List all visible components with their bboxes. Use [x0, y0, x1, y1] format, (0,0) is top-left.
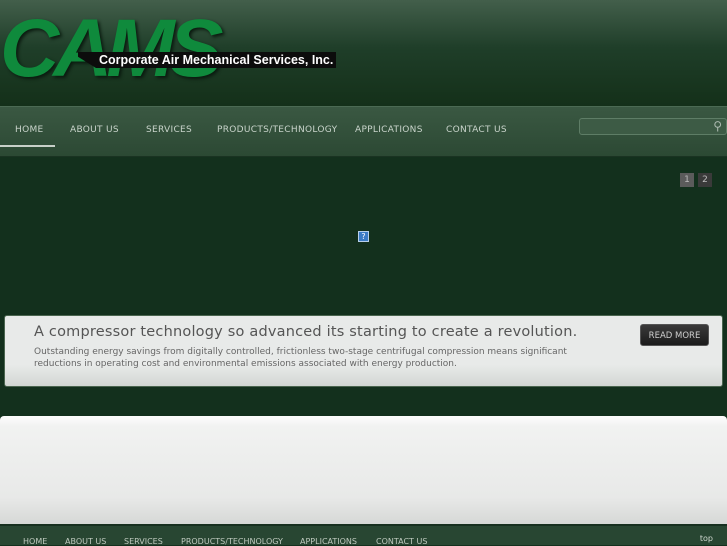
- slide-caption: A compressor technology so advanced its …: [4, 315, 723, 387]
- header: CAMS Corporate Air Mechanical Services, …: [0, 0, 727, 106]
- caption-text: Outstanding energy savings from digitall…: [34, 347, 567, 369]
- slider-page-2[interactable]: 2: [698, 173, 712, 187]
- main-nav: HOME ABOUT US SERVICES PRODUCTS/TECHNOLO…: [0, 106, 727, 157]
- caption-title: A compressor technology so advanced its …: [34, 324, 578, 340]
- logo-tagline: Corporate Air Mechanical Services, Inc.: [78, 52, 337, 68]
- slider-page-1[interactable]: 1: [680, 173, 694, 187]
- nav-products-technology[interactable]: PRODUCTS/TECHNOLOGY: [217, 125, 337, 135]
- active-nav-indicator: [0, 145, 55, 147]
- logo[interactable]: CAMS: [0, 8, 223, 90]
- broken-image-icon: ?: [358, 231, 369, 242]
- nav-services[interactable]: SERVICES: [146, 125, 192, 135]
- nav-contact-us[interactable]: CONTACT US: [446, 125, 507, 135]
- content-area: [0, 416, 727, 524]
- nav-about-us[interactable]: ABOUT US: [70, 125, 119, 135]
- search-input[interactable]: ⚲: [579, 118, 727, 135]
- nav-applications[interactable]: APPLICATIONS: [355, 125, 423, 135]
- search-icon[interactable]: ⚲: [713, 119, 722, 133]
- read-more-button[interactable]: READ MORE: [640, 324, 709, 346]
- footer: HOME ABOUT US SERVICES PRODUCTS/TECHNOLO…: [0, 524, 727, 546]
- nav-home[interactable]: HOME: [15, 125, 44, 135]
- back-to-top-link[interactable]: top: [700, 534, 713, 543]
